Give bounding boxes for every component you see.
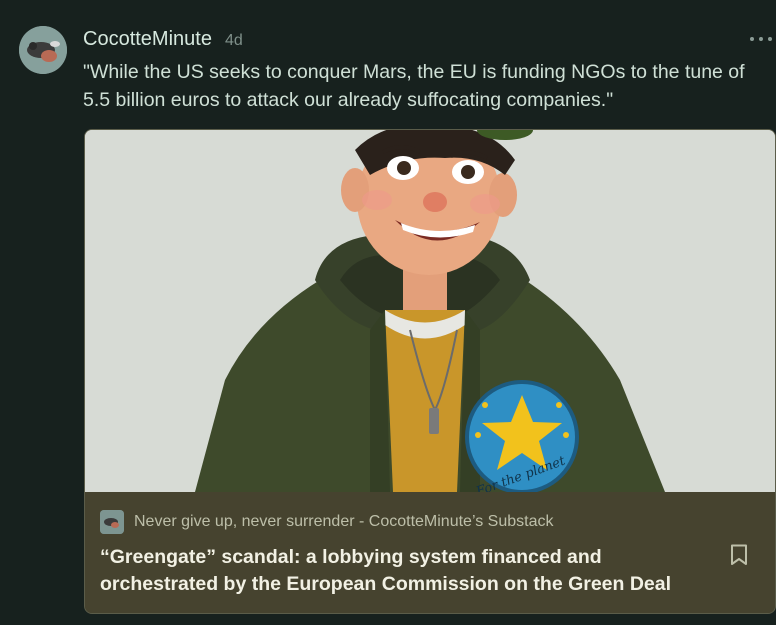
publication-icon — [100, 510, 124, 534]
dot — [759, 37, 763, 41]
author-avatar[interactable] — [19, 26, 67, 74]
post-embed-footer: Never give up, never surrender - Cocotte… — [85, 492, 775, 613]
dot — [768, 37, 772, 41]
author-name[interactable]: CocotteMinute — [83, 28, 212, 51]
publication-name[interactable]: Never give up, never surrender - Cocotte… — [134, 513, 553, 531]
bookmark-icon[interactable] — [730, 544, 748, 566]
dot — [750, 37, 754, 41]
note-text: "While the US seeks to conquer Mars, the… — [83, 61, 745, 111]
cartoon-illustration: For the planet — [85, 130, 775, 492]
publication-row: Never give up, never surrender - Cocotte… — [100, 510, 553, 534]
timestamp[interactable]: 4d — [225, 32, 243, 50]
post-embed-card[interactable]: For the planet Never give up, never surr… — [84, 129, 776, 614]
note-header: CocotteMinute 4d — [83, 28, 243, 52]
more-horizontal-icon[interactable] — [750, 34, 772, 44]
post-cover-image: For the planet — [85, 130, 775, 492]
avatar-image — [19, 26, 67, 74]
note-item: CocotteMinute 4d "While the US seeks to … — [0, 0, 776, 625]
bookmark-outline-icon — [731, 544, 747, 565]
post-title[interactable]: “Greengate” scandal: a lobbying system f… — [100, 544, 700, 598]
publication-logo-icon — [100, 510, 124, 534]
